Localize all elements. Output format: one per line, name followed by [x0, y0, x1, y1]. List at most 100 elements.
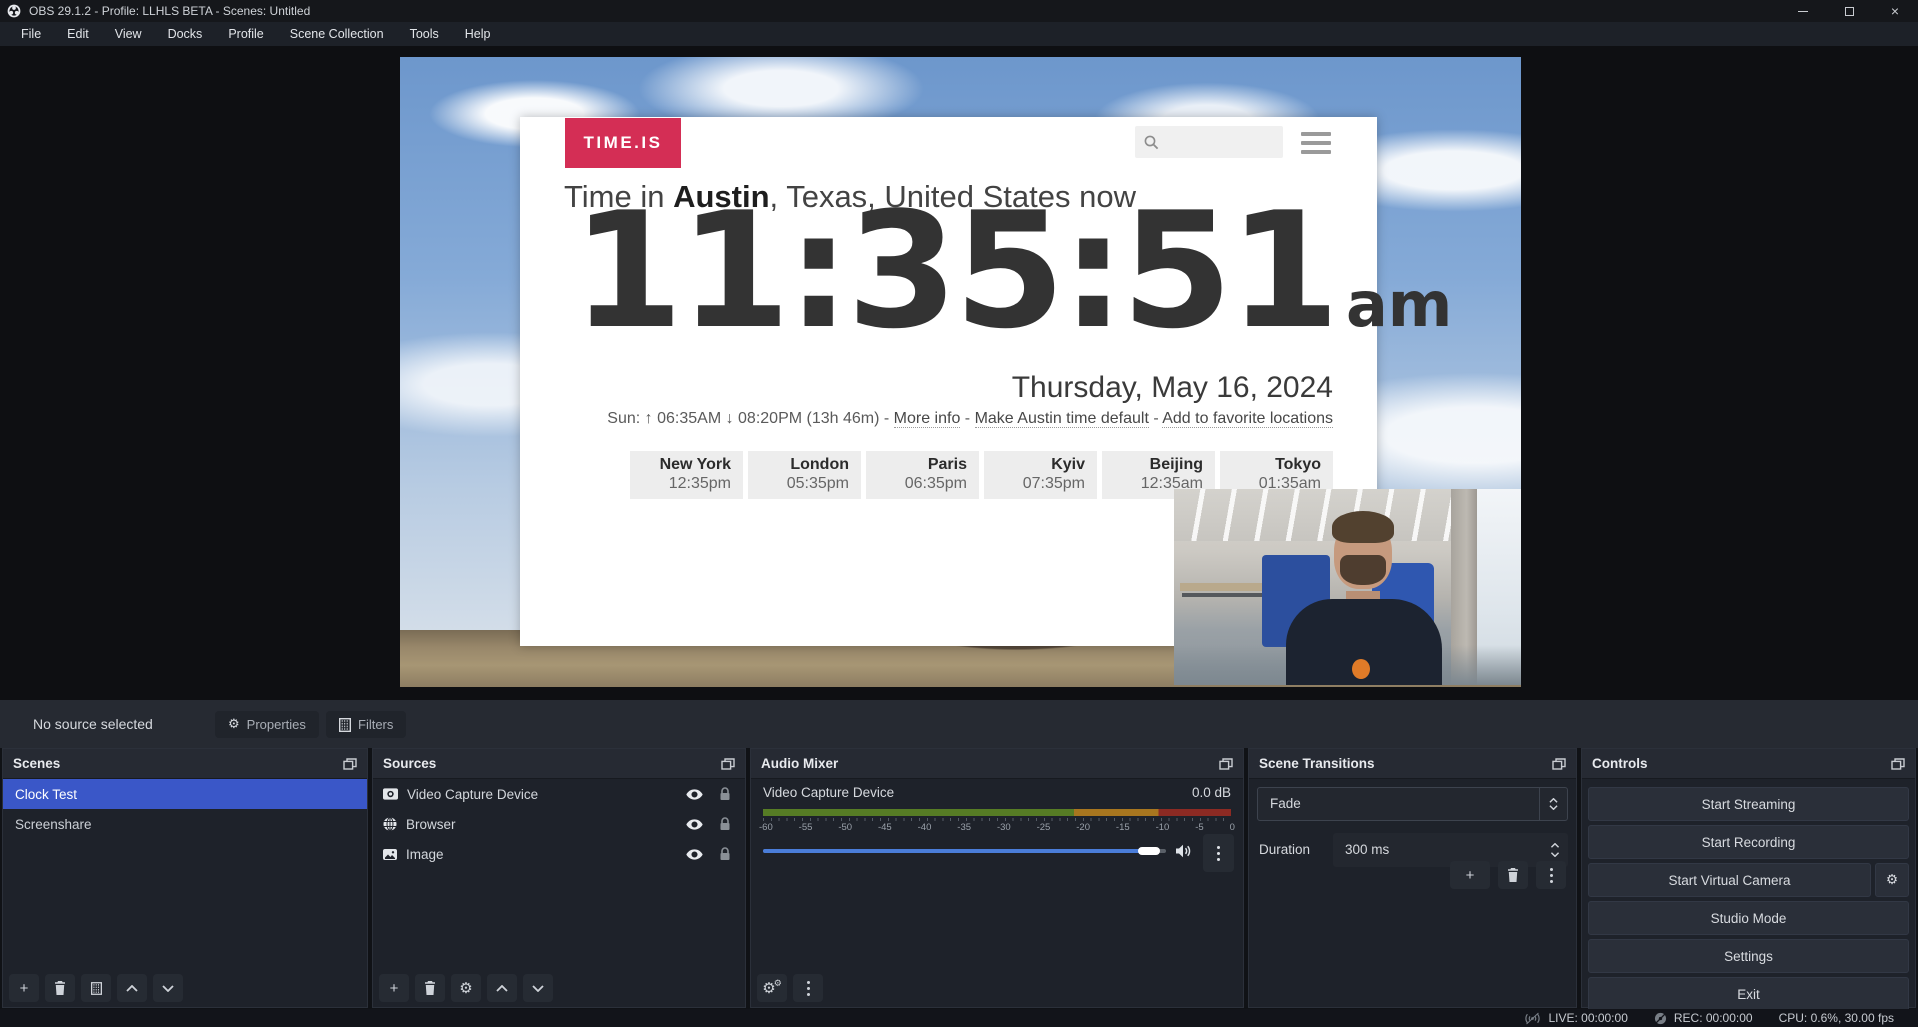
add-transition-button[interactable]: + — [1450, 861, 1490, 889]
cpu-status: CPU: 0.6%, 30.00 fps — [1779, 1011, 1894, 1025]
move-scene-down-button[interactable] — [153, 974, 183, 1002]
filters-button[interactable]: Filters — [326, 711, 406, 738]
window-title: OBS 29.1.2 - Profile: LLHLS BETA - Scene… — [29, 4, 310, 18]
menu-file[interactable]: File — [8, 22, 54, 46]
city-paris[interactable]: Paris06:35pm — [866, 451, 979, 499]
make-default-link[interactable]: Make Austin time default — [975, 410, 1149, 428]
add-source-button[interactable]: + — [379, 974, 409, 1002]
clock-ampm: am — [1346, 268, 1452, 341]
settings-button[interactable]: Settings — [1588, 939, 1909, 973]
popout-icon[interactable] — [721, 758, 735, 770]
webcam-overlay — [1174, 489, 1521, 685]
popout-icon[interactable] — [1219, 758, 1233, 770]
gear-icon: ⚙ — [228, 717, 240, 732]
minimize-button[interactable] — [1780, 0, 1826, 22]
preview-area: TIME.IS Time in Austin, Texas, United St… — [0, 46, 1918, 700]
maximize-button[interactable] — [1826, 0, 1872, 22]
city-newyork[interactable]: New York12:35pm — [630, 451, 743, 499]
chevron-updown-icon — [1539, 788, 1567, 820]
lock-icon[interactable] — [719, 787, 731, 801]
start-streaming-button[interactable]: Start Streaming — [1588, 787, 1909, 821]
more-info-link[interactable]: More info — [894, 410, 961, 428]
menu-edit[interactable]: Edit — [54, 22, 102, 46]
studio-mode-button[interactable]: Studio Mode — [1588, 901, 1909, 935]
timeis-logo: TIME.IS — [565, 118, 681, 168]
menu-view[interactable]: View — [102, 22, 155, 46]
close-button[interactable]: × — [1872, 0, 1918, 22]
source-toolbar: No source selected ⚙ Properties Filters — [0, 700, 1918, 748]
filter-icon — [339, 718, 351, 732]
scene-transitions-dock: Scene Transitions Fade Duration 300 ms — [1248, 748, 1577, 1008]
menu-profile[interactable]: Profile — [215, 22, 276, 46]
status-bar: LIVE: 00:00:00 REC: 00:00:00 CPU: 0.6%, … — [0, 1009, 1918, 1027]
properties-button[interactable]: ⚙ Properties — [215, 711, 319, 738]
meter-scale: -60-55-50-45-40-35-30-25-20-15-10-50 — [759, 822, 1235, 833]
duration-label: Duration — [1259, 833, 1310, 867]
add-scene-button[interactable]: + — [9, 974, 39, 1002]
popout-icon[interactable] — [343, 758, 357, 770]
scene-filters-button[interactable] — [81, 974, 111, 1002]
timeis-search-input[interactable] — [1135, 126, 1283, 158]
move-source-down-button[interactable] — [523, 974, 553, 1002]
popout-icon[interactable] — [1891, 758, 1905, 770]
scene-item-clock-test[interactable]: Clock Test — [3, 779, 367, 809]
preview-canvas[interactable]: TIME.IS Time in Austin, Texas, United St… — [400, 57, 1521, 687]
transition-select[interactable]: Fade — [1257, 787, 1568, 821]
move-scene-up-button[interactable] — [117, 974, 147, 1002]
lock-icon[interactable] — [719, 847, 731, 861]
mixer-channel-name: Video Capture Device — [763, 785, 894, 800]
remove-scene-button[interactable] — [45, 974, 75, 1002]
maximize-icon — [1845, 7, 1854, 16]
start-recording-button[interactable]: Start Recording — [1588, 825, 1909, 859]
city-kyiv[interactable]: Kyiv07:35pm — [984, 451, 1097, 499]
speaker-icon[interactable] — [1175, 844, 1193, 858]
source-row-video-capture[interactable]: Video Capture Device — [373, 779, 745, 809]
popout-icon[interactable] — [1552, 758, 1566, 770]
search-icon — [1143, 134, 1160, 151]
minimize-icon — [1798, 11, 1808, 12]
visibility-eye-icon[interactable] — [686, 819, 703, 830]
source-row-image[interactable]: Image — [373, 839, 745, 869]
move-source-up-button[interactable] — [487, 974, 517, 1002]
start-virtual-camera-button[interactable]: Start Virtual Camera — [1588, 863, 1871, 897]
add-favorite-link[interactable]: Add to favorite locations — [1162, 410, 1333, 428]
advanced-audio-button[interactable]: ⚙⚙ — [757, 974, 787, 1002]
mixer-options-button[interactable] — [1203, 834, 1234, 872]
source-row-browser[interactable]: Browser — [373, 809, 745, 839]
sources-header: Sources — [373, 749, 745, 779]
remove-source-button[interactable] — [415, 974, 445, 1002]
spin-up-icon — [1550, 843, 1560, 848]
menu-scene-collection[interactable]: Scene Collection — [277, 22, 397, 46]
transition-options-button[interactable] — [1536, 861, 1566, 889]
lock-icon[interactable] — [719, 817, 731, 831]
menu-docks[interactable]: Docks — [155, 22, 216, 46]
timeis-date: Thursday, May 16, 2024 — [1012, 371, 1333, 405]
obs-logo-icon — [7, 4, 21, 18]
menu-help[interactable]: Help — [452, 22, 504, 46]
title-bar: OBS 29.1.2 - Profile: LLHLS BETA - Scene… — [0, 0, 1918, 22]
remove-transition-button[interactable] — [1498, 861, 1528, 889]
city-london[interactable]: London05:35pm — [748, 451, 861, 499]
exit-button[interactable]: Exit — [1588, 977, 1909, 1011]
obs-window: OBS 29.1.2 - Profile: LLHLS BETA - Scene… — [0, 0, 1918, 1027]
spin-down-icon — [1550, 852, 1560, 857]
scene-item-screenshare[interactable]: Screenshare — [3, 809, 367, 839]
virtual-camera-settings-button[interactable]: ⚙ — [1875, 863, 1909, 897]
scene-transitions-header: Scene Transitions — [1249, 749, 1576, 779]
menu-tools[interactable]: Tools — [397, 22, 452, 46]
globe-icon — [383, 817, 397, 831]
rec-status: REC: 00:00:00 — [1654, 1011, 1753, 1025]
scenes-header: Scenes — [3, 749, 367, 779]
timeis-clock: 11:35:51 am — [572, 191, 1452, 351]
broadcast-off-icon — [1524, 1012, 1541, 1025]
image-icon — [383, 849, 397, 860]
visibility-eye-icon[interactable] — [686, 789, 703, 800]
visibility-eye-icon[interactable] — [686, 849, 703, 860]
volume-slider-handle[interactable] — [1138, 847, 1160, 855]
mixer-menu-button[interactable] — [793, 974, 823, 1002]
timeis-sun-line: Sun: ↑ 06:35AM ↓ 08:20PM (13h 46m) - Mor… — [607, 410, 1333, 428]
source-properties-button[interactable]: ⚙ — [451, 974, 481, 1002]
volume-slider[interactable] — [763, 849, 1166, 853]
controls-header: Controls — [1582, 749, 1915, 779]
hamburger-menu-icon[interactable] — [1301, 132, 1331, 154]
